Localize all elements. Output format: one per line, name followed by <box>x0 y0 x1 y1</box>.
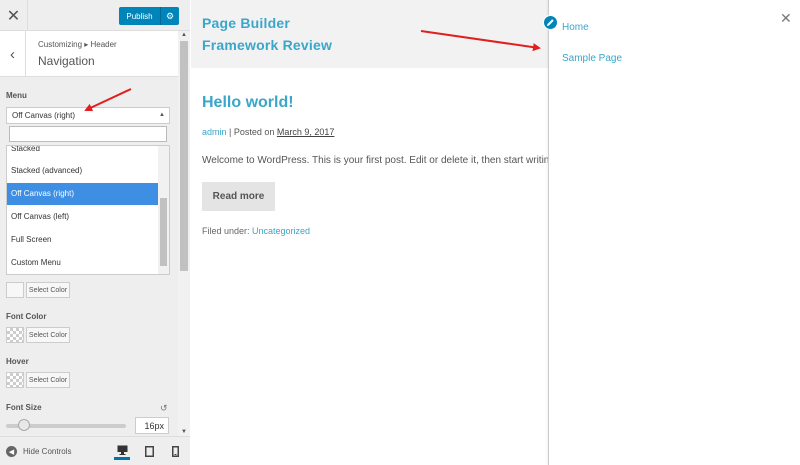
menu-select[interactable]: Off Canvas (right) ▲ <box>6 107 170 124</box>
menu-dropdown-list: Stacked Stacked (advanced) Off Canvas (r… <box>6 145 170 275</box>
menu-option[interactable]: Off Canvas (left) <box>7 206 159 228</box>
post-meta-separator: | Posted on <box>226 127 277 137</box>
filed-under: Filed under: Uncategorized <box>202 226 310 236</box>
caret-up-icon: ▲ <box>159 112 165 118</box>
font-color-label: Font Color <box>6 312 47 321</box>
tablet-icon <box>144 445 154 457</box>
dropdown-scrollbar[interactable] <box>158 146 169 274</box>
select-color-button[interactable]: Select Color <box>26 372 70 388</box>
customizer-sidebar: ✕ Publish ⚙ ‹ Customizing ▸ Header Navig… <box>0 0 190 465</box>
tablet-preview-button[interactable] <box>141 442 157 460</box>
offcanvas-item-home[interactable]: Home <box>562 22 589 33</box>
dropdown-search-input[interactable] <box>9 126 167 142</box>
menu-label: Menu <box>6 91 27 100</box>
pencil-icon <box>547 19 554 26</box>
customizer-footer: ◀ Hide Controls <box>0 436 190 465</box>
scroll-up-icon[interactable]: ▲ <box>181 32 187 38</box>
font-size-label: Font Size <box>6 403 42 412</box>
hover-color-swatch[interactable] <box>6 372 24 388</box>
read-more-button[interactable]: Read more <box>202 182 275 211</box>
site-title-line: Framework Review <box>202 37 333 53</box>
font-size-input[interactable]: 16px <box>135 417 169 434</box>
filed-under-prefix: Filed under: <box>202 226 253 236</box>
post-meta: admin | Posted on March 9, 2017 <box>202 127 334 137</box>
mobile-preview-button[interactable] <box>167 442 183 460</box>
hide-controls-label: Hide Controls <box>23 447 72 456</box>
collapse-arrow-icon: ◀ <box>6 446 17 457</box>
back-button[interactable]: ‹ <box>0 31 26 77</box>
hide-controls-button[interactable]: ◀ Hide Controls <box>6 446 71 457</box>
offcanvas-menu-panel: ✕ Home Sample Page <box>548 0 800 465</box>
menu-option[interactable]: Custom Menu <box>7 252 159 274</box>
site-title[interactable]: Page Builder Framework Review <box>202 12 332 56</box>
font-color-swatch[interactable] <box>6 327 24 343</box>
chevron-left-icon: ‹ <box>10 45 15 63</box>
publish-button[interactable]: Publish <box>119 7 161 25</box>
hover-label: Hover <box>6 357 29 366</box>
menu-option[interactable]: Stacked (advanced) <box>7 160 159 182</box>
menu-select-value: Off Canvas (right) <box>12 111 75 120</box>
site-title-line: Page Builder <box>202 15 290 31</box>
select-color-button[interactable]: Select Color <box>26 327 70 343</box>
section-title: Navigation <box>38 54 95 68</box>
close-customizer-button[interactable]: ✕ <box>0 0 28 31</box>
edit-shortcut-button[interactable] <box>543 15 558 30</box>
customizer-topbar: ✕ Publish ⚙ <box>0 0 190 31</box>
background-color-swatch[interactable] <box>6 282 24 298</box>
post-title[interactable]: Hello world! <box>202 94 294 112</box>
close-icon: ✕ <box>6 7 21 25</box>
post-excerpt: Welcome to WordPress. This is your first… <box>202 155 548 166</box>
mobile-icon <box>171 445 179 457</box>
reset-icon[interactable]: ↺ <box>160 403 168 414</box>
dropdown-scrollbar-thumb[interactable] <box>160 198 167 266</box>
desktop-preview-button[interactable] <box>114 442 130 460</box>
menu-option[interactable]: Stacked <box>7 146 159 160</box>
menu-option[interactable]: Full Screen <box>7 229 159 251</box>
publish-button-group: Publish ⚙ <box>119 7 179 25</box>
post-date-link[interactable]: March 9, 2017 <box>277 127 335 137</box>
sidebar-scrollbar[interactable]: ▲ ▼ <box>178 31 190 436</box>
close-icon[interactable]: ✕ <box>780 10 792 27</box>
font-size-slider-handle[interactable] <box>18 419 30 431</box>
breadcrumb: Customizing ▸ Header <box>38 40 117 49</box>
scroll-down-icon[interactable]: ▼ <box>181 429 187 435</box>
offcanvas-item-sample-page[interactable]: Sample Page <box>562 53 622 64</box>
select-color-button[interactable]: Select Color <box>26 282 70 298</box>
desktop-icon <box>117 445 127 455</box>
post-author-link[interactable]: admin <box>202 127 227 137</box>
category-link[interactable]: Uncategorized <box>252 226 310 236</box>
menu-option-selected[interactable]: Off Canvas (right) <box>7 183 159 205</box>
section-header: ‹ Customizing ▸ Header Navigation <box>0 31 178 77</box>
gear-icon: ⚙ <box>165 10 175 21</box>
sidebar-scrollbar-thumb[interactable] <box>180 41 188 271</box>
publish-settings-button[interactable]: ⚙ <box>161 7 179 25</box>
